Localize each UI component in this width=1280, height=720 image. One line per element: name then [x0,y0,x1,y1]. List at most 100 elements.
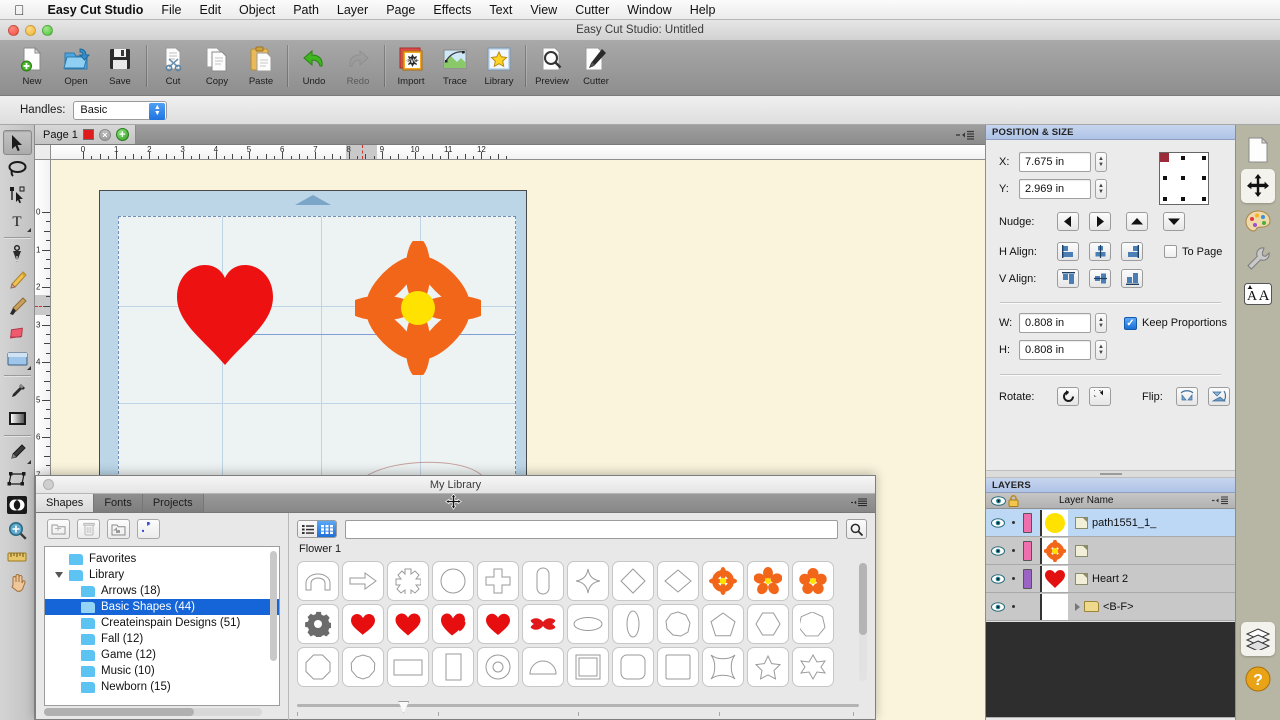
to-page-checkbox[interactable] [1164,245,1177,258]
align-center-h-icon[interactable] [1089,242,1111,261]
eye-icon[interactable] [991,573,1005,584]
shape-arrow-right[interactable] [342,561,384,601]
layer-name[interactable]: path1551_1_ [1075,516,1156,529]
menu-item-window[interactable]: Window [618,0,680,20]
eye-icon[interactable] [991,601,1005,612]
trash-icon[interactable] [77,519,100,539]
text-panel-button[interactable]: A A [1241,277,1275,311]
tree-item-library[interactable]: Library [45,567,279,583]
toolbar-button-save[interactable]: Save [98,41,142,93]
document-panel-button[interactable] [1241,133,1275,167]
shape-star-5[interactable] [747,647,789,687]
help-button[interactable]: ? [1241,662,1275,696]
layers-empty-area[interactable] [986,622,1235,717]
shape-star-6[interactable] [792,647,834,687]
layer-group-name[interactable]: <B-F> [1075,601,1134,613]
table-row[interactable]: path1551_1_ [986,509,1235,537]
pen-tool[interactable] [3,242,32,267]
panel-splitter[interactable] [986,470,1235,478]
knife-tool[interactable] [3,440,32,465]
tree-item-basic-shapes[interactable]: Basic Shapes (44) [45,599,279,615]
layer-color-swatch[interactable] [1023,568,1032,589]
toolbar-button-redo[interactable]: Redo [336,41,380,93]
toolbar-button-library[interactable]: Library [477,41,521,93]
shape-star-4-curved[interactable] [702,647,744,687]
lock-dot[interactable] [1012,521,1015,524]
align-middle-v-icon[interactable] [1089,269,1111,288]
flip-vertical-icon[interactable] [1208,387,1230,406]
shape-lips[interactable] [522,604,564,644]
tab-shapes[interactable]: Shapes [36,494,95,512]
shape-octagon[interactable] [297,647,339,687]
settings-panel-button[interactable] [1241,241,1275,275]
eye-icon[interactable] [991,517,1005,528]
anchor-point-selector[interactable] [1159,152,1209,205]
shear-tool[interactable] [3,466,32,491]
menu-item-edit[interactable]: Edit [191,0,231,20]
to-page-checkbox-wrap[interactable]: To Page [1164,245,1222,258]
eyedropper-tool[interactable] [3,380,32,405]
heart-shape[interactable] [175,261,275,367]
fill-color-panel-button[interactable] [1241,205,1275,239]
tree-item-favorites[interactable]: Favorites [45,551,279,567]
nudge-down-icon[interactable] [1163,212,1185,231]
add-page-icon[interactable]: + [115,128,129,141]
brush-tool[interactable] [3,294,32,319]
toolbar-button-trace[interactable]: Trace [433,41,477,93]
shape-flower-5b-orange[interactable] [792,561,834,601]
search-input[interactable] [345,519,838,539]
shape-star-4-concave[interactable] [567,561,609,601]
page-color-swatch[interactable] [82,129,94,140]
shape-ellipse-wide[interactable] [567,604,609,644]
shape-heptagon[interactable] [792,604,834,644]
shape-heart-4[interactable] [477,604,519,644]
nudge-right-icon[interactable] [1089,212,1111,231]
toolbar-button-copy[interactable]: Copy [195,41,239,93]
shape-donut[interactable] [477,647,519,687]
shape-diamond-wide[interactable] [657,561,699,601]
nudge-left-icon[interactable] [1057,212,1079,231]
table-row[interactable]: Heart 2 [986,565,1235,593]
x-stepper[interactable]: ▲ ▼ [1095,152,1107,172]
shape-hexagon[interactable] [747,604,789,644]
shape-square[interactable] [657,647,699,687]
shape-gallery[interactable] [297,561,867,689]
table-row[interactable] [986,537,1235,565]
shape-decagon[interactable] [342,647,384,687]
shape-diamond[interactable] [612,561,654,601]
gradient-tool[interactable] [3,406,32,431]
pencil-tool[interactable] [3,268,32,293]
rotate-ccw-icon[interactable] [1057,387,1079,406]
import-shape-icon[interactable] [107,519,130,539]
node-edit-tool[interactable] [3,182,32,207]
menu-item-object[interactable]: Object [230,0,284,20]
position-size-panel-button[interactable] [1241,169,1275,203]
lasso-tool[interactable] [3,156,32,181]
menu-item-help[interactable]: Help [681,0,725,20]
menu-item-view[interactable]: View [521,0,566,20]
grid-view-icon[interactable] [317,521,336,537]
shape-circle[interactable] [432,561,474,601]
panel-menu-icon[interactable] [851,498,867,507]
toolbar-button-paste[interactable]: Paste [239,41,283,93]
tree-item-music[interactable]: Music (10) [45,663,279,679]
shape-flower-8-orange[interactable] [702,561,744,601]
gallery-zoom-slider[interactable] [297,700,859,716]
tree-item-createinspain-designs[interactable]: Createinspain Designs (51) [45,615,279,631]
select-arrow-tool[interactable] [2,130,32,155]
list-view-icon[interactable] [298,521,317,537]
keep-proportions-checkbox[interactable]: ✓ [1124,316,1137,330]
align-left-icon[interactable] [1057,242,1079,261]
shape-burst-8[interactable] [387,561,429,601]
toolbar-button-import[interactable]: SVG Import [389,41,433,93]
eraser-tool[interactable] [3,320,32,345]
y-stepper[interactable]: ▲ ▼ [1095,179,1107,199]
toolbar-button-cut[interactable]: Cut [151,41,195,93]
menu-item-file[interactable]: File [152,0,190,20]
menu-item-text[interactable]: Text [480,0,521,20]
y-input[interactable]: 2.969 in [1019,179,1091,199]
layers-panel-button[interactable] [1241,622,1275,656]
shape-rounded-bar[interactable] [522,561,564,601]
shape-rect-tall[interactable] [432,647,474,687]
shape-flower-5-orange[interactable] [747,561,789,601]
